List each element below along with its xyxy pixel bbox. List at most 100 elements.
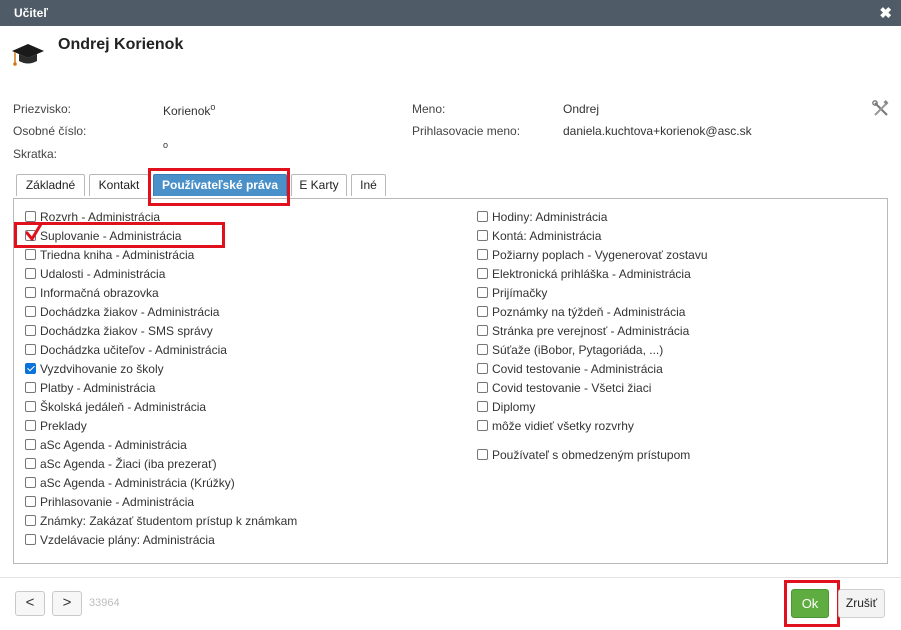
permission-item[interactable]: Covid testovanie - Administrácia [477, 360, 663, 377]
next-button[interactable]: > [52, 591, 82, 616]
permission-label[interactable]: Triedna kniha - Administrácia [40, 248, 194, 262]
permission-checkbox[interactable] [477, 249, 488, 260]
permission-label[interactable]: Dochádzka žiakov - SMS správy [40, 324, 213, 338]
permission-item[interactable]: Súťaže (iBobor, Pytagoriáda, ...) [477, 341, 663, 358]
permission-label[interactable]: aSc Agenda - Administrácia (Krúžky) [40, 476, 235, 490]
permission-item[interactable]: Poznámky na týždeň - Administrácia [477, 303, 685, 320]
permission-checkbox[interactable] [25, 325, 36, 336]
permission-item[interactable]: Platby - Administrácia [25, 379, 155, 396]
permission-checkbox[interactable] [25, 496, 36, 507]
permission-label[interactable]: Známky: Zakázať študentom prístup k znám… [40, 514, 297, 528]
permission-item[interactable]: Preklady [25, 417, 87, 434]
permission-checkbox[interactable] [25, 268, 36, 279]
permission-item[interactable]: Dochádzka žiakov - SMS správy [25, 322, 213, 339]
permission-checkbox[interactable] [477, 382, 488, 393]
permission-checkbox[interactable] [25, 515, 36, 526]
permission-checkbox[interactable] [477, 230, 488, 241]
permission-checkbox[interactable] [25, 287, 36, 298]
permission-label[interactable]: Prihlasovanie - Administrácia [40, 495, 194, 509]
permission-label[interactable]: Preklady [40, 419, 87, 433]
permission-item[interactable]: Informačná obrazovka [25, 284, 159, 301]
permission-item[interactable]: Covid testovanie - Všetci žiaci [477, 379, 651, 396]
permission-checkbox[interactable] [477, 401, 488, 412]
permission-label[interactable]: Dochádzka žiakov - Administrácia [40, 305, 219, 319]
permission-label[interactable]: Hodiny: Administrácia [492, 210, 607, 224]
permission-checkbox[interactable] [25, 420, 36, 431]
permission-label[interactable]: Stránka pre verejnosť - Administrácia [492, 324, 689, 338]
permission-label[interactable]: Kontá: Administrácia [492, 229, 601, 243]
cancel-button[interactable]: Zrušiť [838, 589, 885, 618]
permission-label[interactable]: Rozvrh - Administrácia [40, 210, 160, 224]
ok-button[interactable]: Ok [791, 589, 829, 618]
permission-item[interactable]: Vyzdvihovanie zo školy [25, 360, 164, 377]
permission-label[interactable]: Elektronická prihláška - Administrácia [492, 267, 691, 281]
permission-label[interactable]: Informačná obrazovka [40, 286, 159, 300]
permission-item[interactable]: Prijímačky [477, 284, 547, 301]
previous-button[interactable]: < [15, 591, 45, 616]
permission-checkbox[interactable] [477, 268, 488, 279]
permission-checkbox[interactable] [477, 420, 488, 431]
permission-item[interactable]: Elektronická prihláška - Administrácia [477, 265, 691, 282]
permission-label[interactable]: Požiarny poplach - Vygenerovať zostavu [492, 248, 708, 262]
permission-item[interactable]: aSc Agenda - Žiaci (iba prezerať) [25, 455, 217, 472]
permission-checkbox[interactable] [477, 287, 488, 298]
permission-label[interactable]: Vyzdvihovanie zo školy [40, 362, 164, 376]
permission-checkbox[interactable] [477, 449, 488, 460]
permission-item[interactable]: môže vidieť všetky rozvrhy [477, 417, 634, 434]
permission-label[interactable]: aSc Agenda - Žiaci (iba prezerať) [40, 457, 217, 471]
tab-other[interactable]: Iné [351, 174, 386, 196]
permission-label[interactable]: Covid testovanie - Všetci žiaci [492, 381, 651, 395]
permission-label[interactable]: Diplomy [492, 400, 535, 414]
permission-checkbox[interactable] [25, 401, 36, 412]
permission-item[interactable]: Školská jedáleň - Administrácia [25, 398, 206, 415]
close-icon[interactable]: ✖ [879, 4, 892, 22]
permission-label[interactable]: Covid testovanie - Administrácia [492, 362, 663, 376]
permission-checkbox[interactable] [477, 325, 488, 336]
permission-item[interactable]: Používateľ s obmedzeným prístupom [477, 446, 690, 463]
permission-label[interactable]: Používateľ s obmedzeným prístupom [492, 448, 690, 462]
tab-user-rights[interactable]: Používateľské práva [153, 174, 287, 196]
permission-item[interactable]: Požiarny poplach - Vygenerovať zostavu [477, 246, 708, 263]
permission-checkbox[interactable] [25, 363, 36, 374]
permission-item[interactable]: Prihlasovanie - Administrácia [25, 493, 194, 510]
permission-label[interactable]: Udalosti - Administrácia [40, 267, 165, 281]
permission-checkbox[interactable] [25, 534, 36, 545]
permission-item[interactable]: aSc Agenda - Administrácia (Krúžky) [25, 474, 235, 491]
permission-item[interactable]: Vzdelávacie plány: Administrácia [25, 531, 215, 548]
permission-label[interactable]: Platby - Administrácia [40, 381, 155, 395]
permission-item[interactable]: Dochádzka žiakov - Administrácia [25, 303, 219, 320]
permission-item[interactable]: Suplovanie - Administrácia [25, 223, 181, 244]
tab-e-cards[interactable]: E Karty [291, 174, 347, 196]
permission-checkbox[interactable] [25, 382, 36, 393]
permission-label[interactable]: aSc Agenda - Administrácia [40, 438, 187, 452]
permission-checkbox[interactable] [477, 211, 488, 222]
permission-checkbox[interactable] [25, 344, 36, 355]
permission-checkbox[interactable] [477, 344, 488, 355]
tab-basic[interactable]: Základné [16, 174, 85, 196]
permission-item[interactable]: Udalosti - Administrácia [25, 265, 165, 282]
permission-item[interactable]: Diplomy [477, 398, 535, 415]
permission-label[interactable]: Poznámky na týždeň - Administrácia [492, 305, 685, 319]
permission-item[interactable]: Triedna kniha - Administrácia [25, 246, 194, 263]
permission-checkbox[interactable] [25, 439, 36, 450]
tab-contact[interactable]: Kontakt [89, 174, 149, 196]
tools-icon[interactable] [872, 100, 890, 118]
permission-item[interactable]: Kontá: Administrácia [477, 227, 601, 244]
permission-item[interactable]: Dochádzka učiteľov - Administrácia [25, 341, 227, 358]
permission-checkbox[interactable] [25, 211, 36, 222]
permission-checkbox[interactable] [477, 363, 488, 374]
permission-checkbox[interactable] [25, 306, 36, 317]
permission-item[interactable]: Hodiny: Administrácia [477, 208, 607, 225]
permission-item[interactable]: Známky: Zakázať študentom prístup k znám… [25, 512, 297, 529]
permission-checkbox[interactable] [25, 249, 36, 260]
permission-checkbox[interactable] [25, 458, 36, 469]
permission-item[interactable]: Stránka pre verejnosť - Administrácia [477, 322, 689, 339]
permission-label[interactable]: Vzdelávacie plány: Administrácia [40, 533, 215, 547]
permission-label[interactable]: Prijímačky [492, 286, 547, 300]
permission-label[interactable]: Dochádzka učiteľov - Administrácia [40, 343, 227, 357]
permission-label[interactable]: Suplovanie - Administrácia [40, 229, 181, 243]
permission-checkbox[interactable] [477, 306, 488, 317]
permission-label[interactable]: Súťaže (iBobor, Pytagoriáda, ...) [492, 343, 663, 357]
permission-label[interactable]: Školská jedáleň - Administrácia [40, 400, 206, 414]
permission-item[interactable]: aSc Agenda - Administrácia [25, 436, 187, 453]
